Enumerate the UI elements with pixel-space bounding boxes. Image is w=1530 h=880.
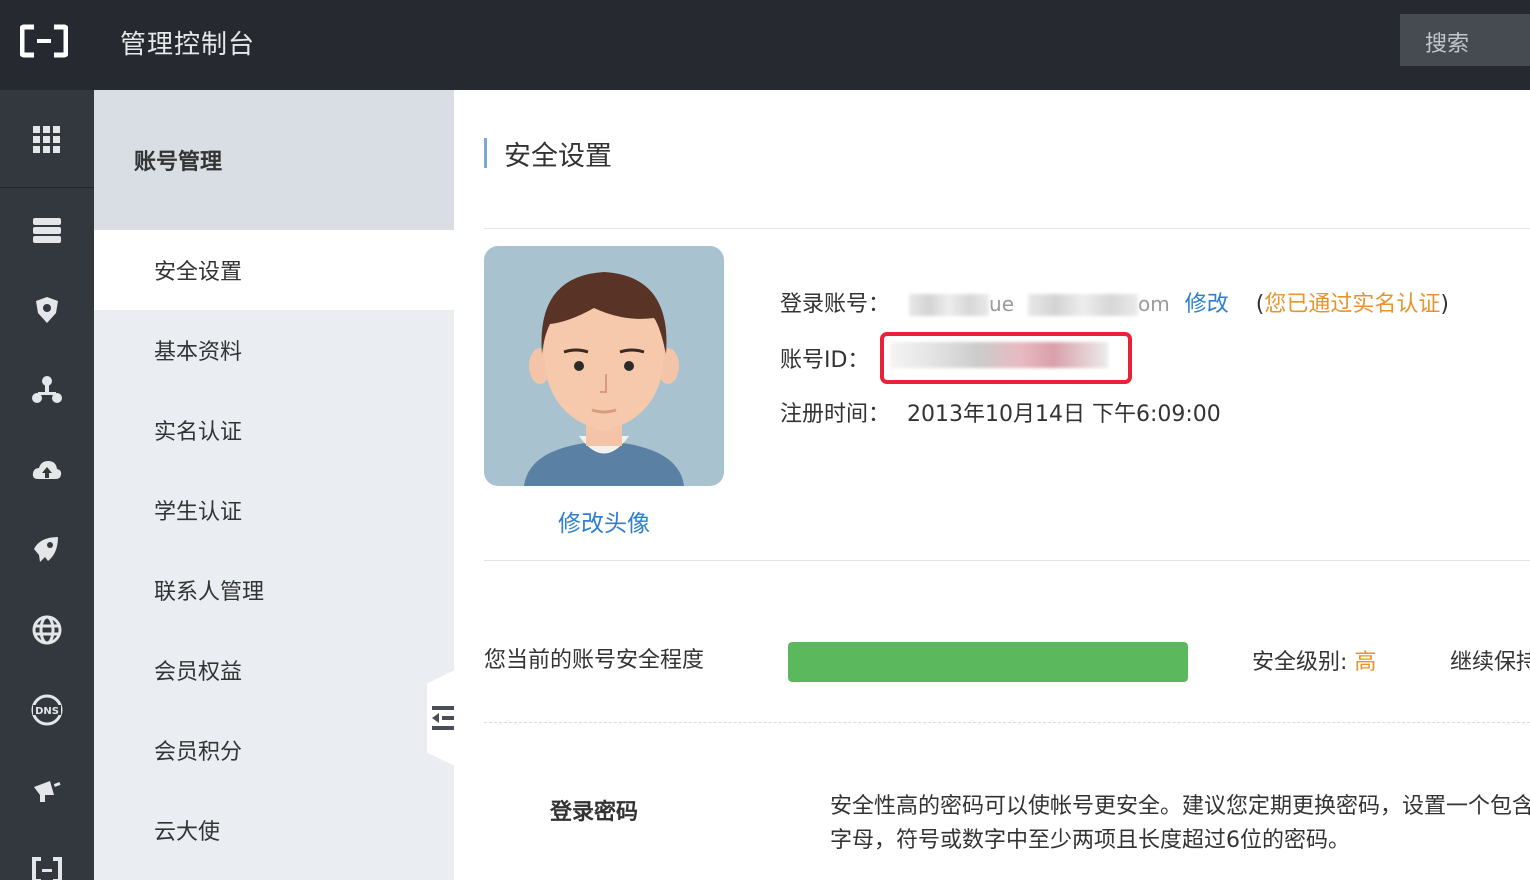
account-id-row: 账号ID：: [780, 342, 869, 374]
register-time-value: 2013年10月14日 下午6:09:00: [907, 402, 1221, 427]
security-progress-bar: [788, 642, 1188, 682]
realname-verified-link[interactable]: (您已通过实名认证): [1256, 292, 1449, 317]
divider: [484, 560, 1530, 561]
aliyun-logo-icon[interactable]: [20, 24, 68, 58]
login-password-description: 安全性高的密码可以使帐号更安全。建议您定期更换密码，设置一个包含字母，符号或数字…: [830, 794, 1530, 853]
menu-item-security[interactable]: 安全设置: [94, 230, 454, 310]
avatar-illustration-icon: [524, 272, 684, 486]
rocket-icon[interactable]: [0, 510, 94, 590]
cloud-icon[interactable]: [0, 430, 94, 510]
divider: [484, 228, 1530, 229]
collapse-icon[interactable]: [432, 704, 454, 732]
dns-icon[interactable]: DNS: [0, 670, 94, 750]
security-grade-value: 高: [1354, 650, 1377, 675]
register-time-row: 注册时间： 2013年10月14日 下午6:09:00: [780, 396, 1221, 428]
server-icon[interactable]: [0, 190, 94, 270]
account-id-label: 账号ID：: [780, 348, 870, 373]
title-accent: [484, 138, 487, 168]
security-grade-label: 安全级别:: [1252, 650, 1355, 675]
security-grade: 安全级别: 高: [1252, 644, 1376, 676]
account-submenu: 账号管理 安全设置 基本资料 实名认证 学生认证 联系人管理 会员权益 会员积分…: [94, 90, 454, 880]
submenu-header: 账号管理: [94, 90, 454, 230]
network-icon[interactable]: [0, 350, 94, 430]
menu-item-realname[interactable]: 实名认证: [94, 390, 454, 470]
security-continue-text: 继续保持: [1450, 650, 1530, 675]
search-input[interactable]: 搜索: [1400, 14, 1530, 66]
main-content: 安全设置 修改头像 登录账号： ue om 修改 (您已通过实名认证) 账号ID：: [454, 90, 1530, 880]
register-time-label: 注册时间：: [780, 402, 891, 427]
submenu-title: 账号管理: [134, 150, 223, 175]
menu-item-points[interactable]: 会员积分: [94, 710, 454, 790]
avatar: [484, 246, 724, 486]
highlight-box: [880, 332, 1132, 384]
login-account-row: 登录账号： ue om 修改 (您已通过实名认证): [780, 286, 1449, 318]
masked-value: [909, 294, 990, 316]
masked-value: [1028, 294, 1138, 316]
login-masked-part: ue: [989, 292, 1014, 316]
rail-divider: [0, 187, 94, 188]
security-progress-fill: [788, 642, 1188, 682]
console-icon[interactable]: [0, 830, 94, 880]
security-level-label: 您当前的账号安全程度: [484, 648, 705, 673]
menu-item-profile[interactable]: 基本资料: [94, 310, 454, 390]
page-title: 安全设置: [504, 141, 612, 172]
login-password-title: 登录密码: [550, 800, 639, 825]
menu-item-contacts[interactable]: 联系人管理: [94, 550, 454, 630]
megaphone-icon[interactable]: [0, 750, 94, 830]
icon-rail: DNS: [0, 90, 94, 880]
app-title: 管理控制台: [120, 30, 256, 60]
paren-close: ): [1440, 292, 1449, 317]
login-masked-part: om: [1138, 292, 1170, 316]
change-avatar-link[interactable]: 修改头像: [484, 504, 724, 538]
verify-text[interactable]: 您已通过实名认证: [1264, 292, 1440, 317]
top-bar: 管理控制台 搜索: [0, 0, 1530, 90]
svg-text:DNS: DNS: [35, 706, 59, 717]
dashed-divider: [484, 722, 1530, 723]
globe-icon[interactable]: [0, 590, 94, 670]
edit-login-link[interactable]: 修改: [1185, 292, 1229, 317]
menu-item-ambassador[interactable]: 云大使: [94, 790, 454, 870]
menu-item-benefits[interactable]: 会员权益: [94, 630, 454, 710]
grid-icon[interactable]: [0, 100, 94, 180]
menu-item-student[interactable]: 学生认证: [94, 470, 454, 550]
shield-icon[interactable]: [0, 270, 94, 350]
login-account-label: 登录账号：: [780, 292, 891, 317]
